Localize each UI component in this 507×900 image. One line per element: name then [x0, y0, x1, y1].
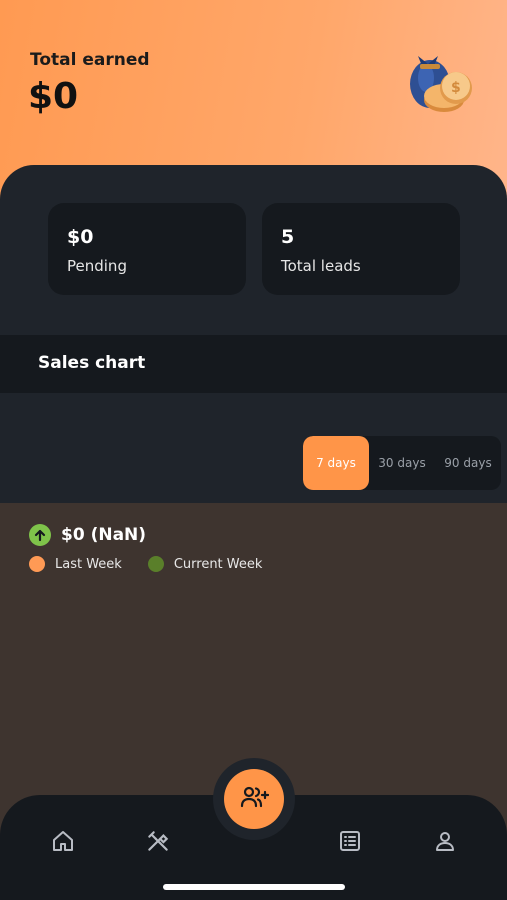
total-leads-value: 5 [281, 226, 295, 248]
range-30-days[interactable]: 30 days [369, 436, 435, 490]
profile-icon[interactable] [431, 827, 459, 855]
trend-row: $0 (NaN) [29, 524, 146, 546]
svg-text:$: $ [451, 80, 461, 96]
legend-label-last-week: Last Week [55, 556, 122, 572]
home-indicator [163, 884, 345, 890]
total-earned-label: Total earned [30, 50, 150, 70]
total-earned-value: $0 [28, 76, 79, 117]
trend-value: $0 (NaN) [61, 525, 147, 545]
stats-panel: $0 Pending 5 Total leads [0, 165, 507, 335]
list-icon[interactable] [336, 827, 364, 855]
range-7-days[interactable]: 7 days [303, 436, 369, 490]
legend-last-week: Last Week [29, 556, 122, 572]
tools-icon[interactable] [144, 827, 172, 855]
sales-chart-title: Sales chart [38, 353, 146, 373]
pending-value: $0 [67, 226, 94, 248]
range-toggle: 7 days 30 days 90 days [303, 436, 501, 490]
add-lead-button[interactable] [224, 769, 284, 829]
range-area: 7 days 30 days 90 days [0, 393, 507, 503]
total-leads-label: Total leads [281, 257, 361, 275]
pending-card[interactable]: $0 Pending [48, 203, 246, 295]
pending-label: Pending [67, 257, 127, 275]
total-leads-card[interactable]: 5 Total leads [262, 203, 460, 295]
legend-dot-last-week [29, 556, 45, 572]
legend-label-current-week: Current Week [173, 556, 263, 572]
range-90-days[interactable]: 90 days [435, 436, 501, 490]
legend-dot-current-week [147, 556, 164, 572]
money-bag-icon: $ [404, 48, 478, 118]
home-icon[interactable] [49, 827, 77, 855]
legend-current-week: Current Week [147, 556, 263, 572]
chart-legend: Last Week Current Week [29, 556, 288, 572]
arrow-up-icon [29, 524, 51, 546]
add-user-icon [239, 784, 270, 814]
sales-chart-header: Sales chart [0, 335, 507, 393]
